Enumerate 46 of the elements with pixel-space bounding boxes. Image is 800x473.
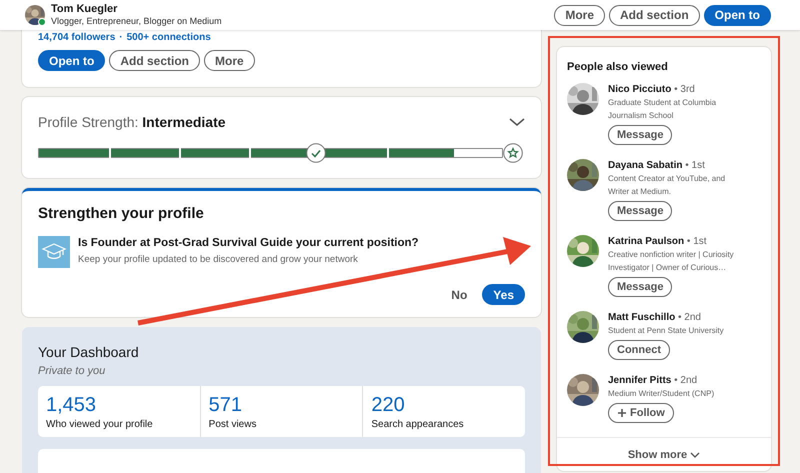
connect-button[interactable]: Connect (608, 340, 670, 360)
person-name[interactable]: Jennifer Pitts • 2nd (608, 374, 698, 387)
person-headline: Content Creator at YouTube, and Writer at Medium. (608, 173, 726, 198)
follow-button[interactable]: Follow (608, 403, 674, 423)
suggestion-hint: Keep your profile updated to be discovered and grow your network (78, 254, 359, 265)
outline-button[interactable]: Add section (109, 50, 200, 71)
connections-link[interactable]: 500+ connections (126, 32, 211, 43)
message-button[interactable]: Message (608, 277, 672, 297)
person-headline: Student at Penn State University (608, 325, 725, 337)
profile-strength-label: Profile Strength: Intermediate (38, 114, 226, 130)
stat-value[interactable]: 220 (371, 394, 518, 417)
profile-name: Tom Kuegler (51, 3, 118, 16)
stat-label: Who viewed your profile (46, 419, 154, 430)
plus-icon (617, 408, 627, 418)
dashboard-subtitle: Private to you (38, 365, 106, 377)
profile-headline: Vlogger, Entrepreneur, Blogger on Medium (51, 16, 223, 27)
card-title: People also viewed (566, 61, 669, 73)
chevron-down-icon (690, 452, 700, 458)
stat-label: Search appearances (371, 419, 465, 430)
primary-button[interactable]: Open to (704, 4, 771, 26)
message-button[interactable]: Message (608, 125, 672, 145)
person-name[interactable]: Dayana Sabatin • 1st (608, 159, 705, 172)
show-more-button[interactable]: Show more (622, 448, 706, 462)
stat-value[interactable]: 1,453 (46, 394, 192, 417)
person-name[interactable]: Nico Picciuto • 3rd (608, 83, 695, 96)
primary-button[interactable]: Open to (38, 50, 106, 71)
person-headline: Creative nonfiction writer | Curiosity Investigator | Owner of Curious… (608, 249, 735, 274)
primary-button[interactable]: Yes (482, 284, 525, 305)
separator-dot: · (119, 32, 123, 43)
person-name[interactable]: Katrina Paulson • 1st (608, 235, 707, 248)
card-title: Strengthen your profile (38, 205, 205, 222)
chevron-down-icon[interactable] (509, 117, 525, 127)
person-headline: Medium Writer/Student (CNP) (608, 388, 716, 400)
outline-button[interactable]: More (554, 4, 605, 26)
graduation-cap-icon (38, 236, 70, 268)
followers-link[interactable]: 14,704 followers (38, 32, 116, 43)
outline-button[interactable]: No (440, 284, 478, 305)
stat-value[interactable]: 571 (208, 394, 354, 417)
message-button[interactable]: Message (608, 201, 672, 221)
person-headline: Graduate Student at Columbia Journalism School (608, 97, 718, 122)
suggestion-question: Is Founder at Post-Grad Survival Guide your current position? (78, 237, 419, 249)
stat-label: Post views (208, 419, 258, 430)
outline-button[interactable]: More (204, 50, 255, 71)
outline-button[interactable]: Add section (609, 4, 700, 26)
person-name[interactable]: Matt Fuschillo • 2nd (608, 311, 701, 324)
dashboard-title: Your Dashboard (38, 344, 140, 360)
